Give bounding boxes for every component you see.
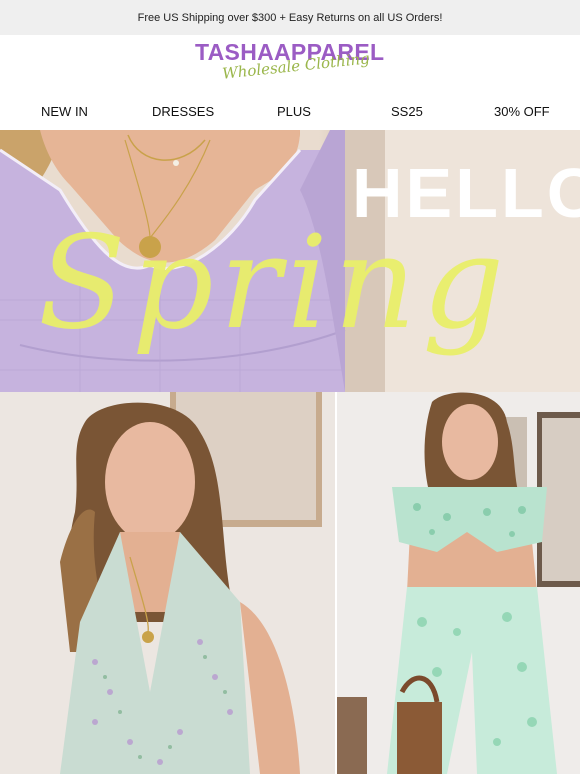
nav-item-ss25[interactable]: SS25 bbox=[391, 104, 423, 119]
product-image-right[interactable] bbox=[337, 392, 580, 774]
nav-item-dresses[interactable]: DRESSES bbox=[152, 104, 214, 119]
nav-item-plus[interactable]: PLUS bbox=[277, 104, 311, 119]
main-nav: NEW IN DRESSES PLUS SS25 30% OFF bbox=[0, 97, 580, 130]
left-model-image bbox=[0, 392, 337, 774]
nav-item-30-off[interactable]: 30% OFF bbox=[494, 104, 550, 119]
nav-item-new-in[interactable]: NEW IN bbox=[41, 104, 88, 119]
header-logo[interactable]: TASHAAPPAREL Wholesale Clothing bbox=[0, 35, 580, 97]
hero-banner[interactable]: HELLO Spring bbox=[0, 130, 580, 392]
product-image-left[interactable] bbox=[0, 392, 337, 774]
promo-bar: Free US Shipping over $300 + Easy Return… bbox=[0, 0, 580, 35]
promo-text: Free US Shipping over $300 + Easy Return… bbox=[137, 12, 443, 24]
hero-script-text: Spring bbox=[38, 209, 511, 358]
right-model-image bbox=[337, 392, 580, 774]
